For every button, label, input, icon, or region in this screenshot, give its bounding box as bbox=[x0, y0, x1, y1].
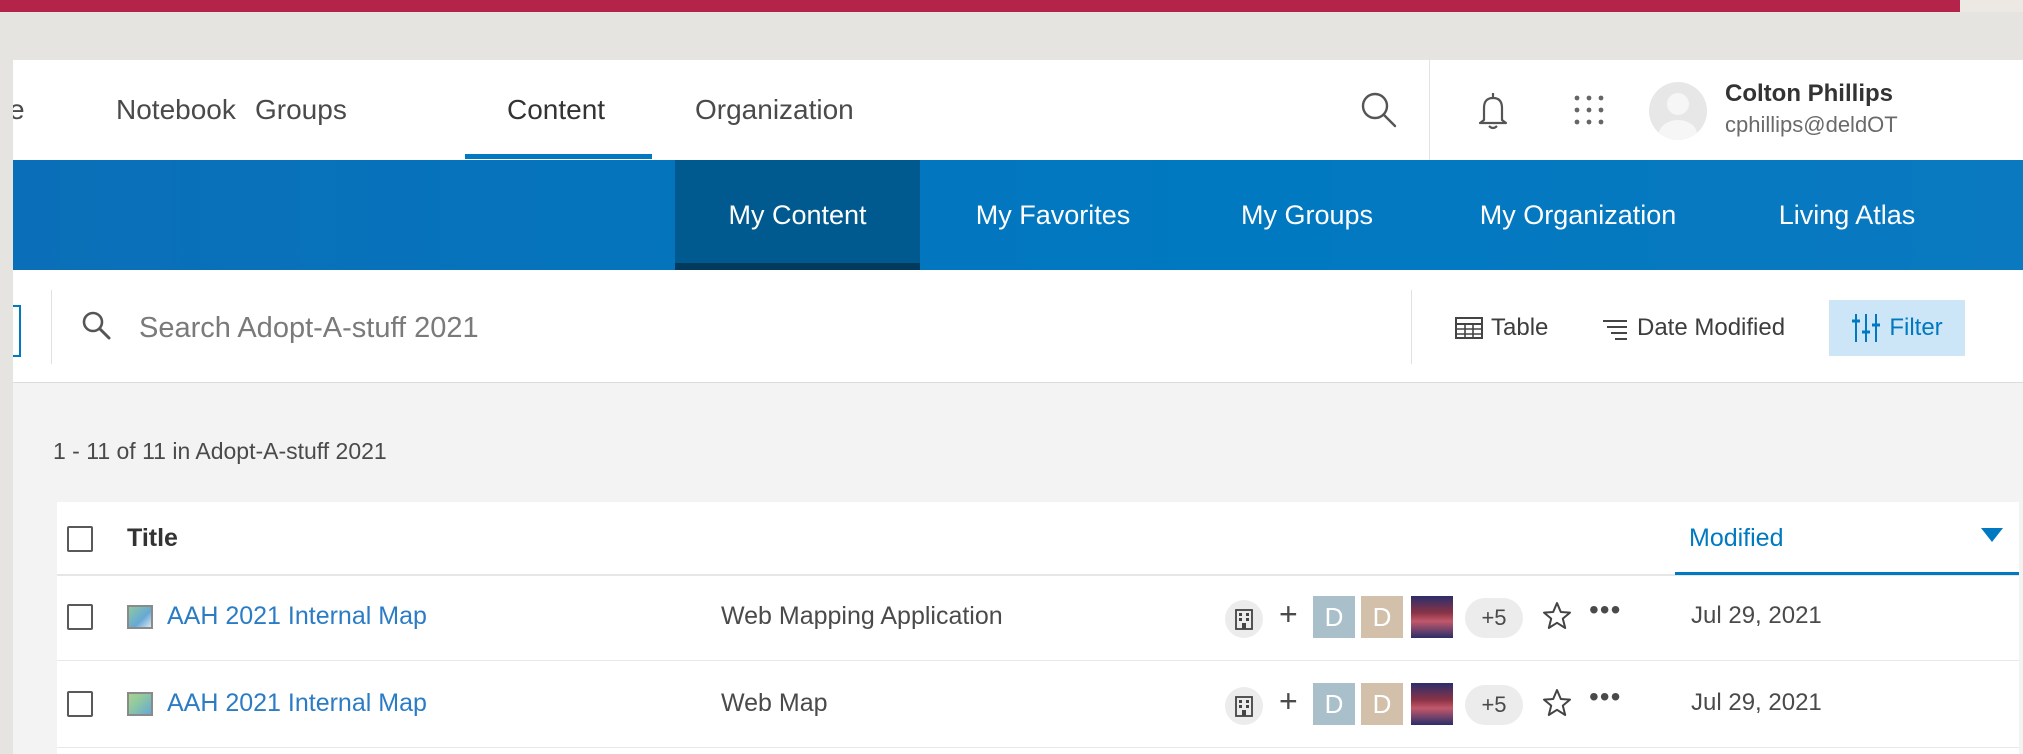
top-accent-rule bbox=[0, 0, 1960, 12]
more-shared-count[interactable]: +5 bbox=[1465, 685, 1523, 725]
top-navigation: e Notebook Groups Content Organization C… bbox=[13, 60, 2023, 161]
user-name[interactable]: Colton Phillips bbox=[1725, 80, 1893, 108]
sort-button[interactable]: Date Modified bbox=[1601, 300, 1785, 356]
more-options-icon[interactable]: ••• bbox=[1589, 681, 1621, 713]
sort-descending-icon bbox=[1981, 528, 2003, 542]
content-subnav: My Content My Favorites My Groups My Org… bbox=[13, 160, 2023, 270]
avatar[interactable] bbox=[1649, 82, 1707, 140]
more-shared-count[interactable]: +5 bbox=[1465, 598, 1523, 638]
bell-icon[interactable] bbox=[1461, 78, 1525, 142]
tab-my-organization[interactable]: My Organization bbox=[1461, 160, 1695, 270]
column-header-modified[interactable]: Modified bbox=[1675, 502, 2019, 575]
tab-my-content[interactable]: My Content bbox=[675, 160, 920, 270]
row-checkbox[interactable] bbox=[67, 691, 93, 717]
shared-user-tile[interactable]: D bbox=[1313, 596, 1355, 638]
sort-lines-icon bbox=[1603, 320, 1627, 340]
organization-share-icon[interactable] bbox=[1225, 687, 1263, 725]
folder-panel-toggle[interactable] bbox=[13, 305, 21, 357]
web-app-icon bbox=[127, 605, 153, 629]
web-map-icon bbox=[127, 692, 153, 716]
column-header-modified-label: Modified bbox=[1689, 524, 1784, 552]
toolbar-divider bbox=[1411, 290, 1412, 364]
search-divider bbox=[51, 290, 52, 364]
app-launcher-icon[interactable] bbox=[1557, 78, 1621, 142]
table-view-label: Table bbox=[1491, 314, 1549, 341]
table-header: Title Modified bbox=[57, 502, 2019, 576]
row-checkbox[interactable] bbox=[67, 604, 93, 630]
search-field-icon bbox=[81, 310, 113, 347]
item-title-link[interactable]: AAH 2021 Internal Map bbox=[167, 689, 427, 718]
tab-my-groups[interactable]: My Groups bbox=[1225, 160, 1389, 270]
plus-icon: + bbox=[1279, 596, 1298, 632]
nav-active-underline bbox=[465, 154, 652, 159]
star-icon[interactable] bbox=[1541, 600, 1573, 637]
organization-share-icon[interactable] bbox=[1225, 600, 1263, 638]
filter-sliders-icon bbox=[1852, 314, 1881, 342]
shared-group-thumbnail[interactable] bbox=[1411, 683, 1453, 725]
star-icon[interactable] bbox=[1541, 687, 1573, 724]
shared-user-tile[interactable]: D bbox=[1313, 683, 1355, 725]
search-toolbar: Table Date Modified Filter bbox=[13, 270, 2023, 383]
nav-divider bbox=[1429, 60, 1430, 160]
shared-user-tile[interactable]: D bbox=[1361, 596, 1403, 638]
filter-label: Filter bbox=[1889, 314, 1943, 341]
shared-group-thumbnail[interactable] bbox=[1411, 596, 1453, 638]
table-row: AAH 2021 Internal Map Web Map + D D +5 •… bbox=[57, 661, 2019, 748]
table-view-button[interactable]: Table bbox=[1455, 300, 1548, 356]
item-type: Web Mapping Application bbox=[721, 602, 1003, 630]
nav-item-organization[interactable]: Organization bbox=[695, 60, 854, 160]
tab-living-atlas[interactable]: Living Atlas bbox=[1765, 160, 1929, 270]
user-email: cphillips@deldOT bbox=[1725, 112, 1898, 137]
nav-item-content[interactable]: Content bbox=[507, 60, 605, 160]
table-icon bbox=[1455, 317, 1483, 339]
tab-my-favorites[interactable]: My Favorites bbox=[963, 160, 1143, 270]
item-title-link[interactable]: AAH 2021 Internal Map bbox=[167, 602, 427, 631]
modified-date: Jul 29, 2021 bbox=[1691, 689, 1822, 716]
app-window: e Notebook Groups Content Organization C… bbox=[13, 60, 2023, 754]
top-rule-background bbox=[1960, 0, 2023, 12]
content-table: Title Modified AAH 2021 Internal Map Web… bbox=[57, 502, 2019, 754]
sort-label: Date Modified bbox=[1637, 314, 1786, 341]
nav-item-home[interactable]: e bbox=[13, 60, 25, 160]
filter-button[interactable]: Filter bbox=[1829, 300, 1965, 356]
nav-item-notebook[interactable]: Notebook bbox=[116, 60, 236, 160]
more-options-icon[interactable]: ••• bbox=[1589, 594, 1621, 626]
select-all-checkbox[interactable] bbox=[67, 526, 93, 552]
table-row: AAH 2021 Internal Map Web Mapping Applic… bbox=[57, 574, 2019, 661]
nav-item-groups[interactable]: Groups bbox=[255, 60, 347, 160]
column-header-title[interactable]: Title bbox=[127, 524, 178, 553]
search-icon[interactable] bbox=[1347, 78, 1411, 142]
shared-user-tile[interactable]: D bbox=[1361, 683, 1403, 725]
plus-icon: + bbox=[1279, 683, 1298, 719]
search-input[interactable] bbox=[137, 302, 1391, 354]
item-type: Web Map bbox=[721, 689, 828, 717]
results-count: 1 - 11 of 11 in Adopt-A-stuff 2021 bbox=[53, 438, 387, 464]
modified-date: Jul 29, 2021 bbox=[1691, 602, 1822, 629]
